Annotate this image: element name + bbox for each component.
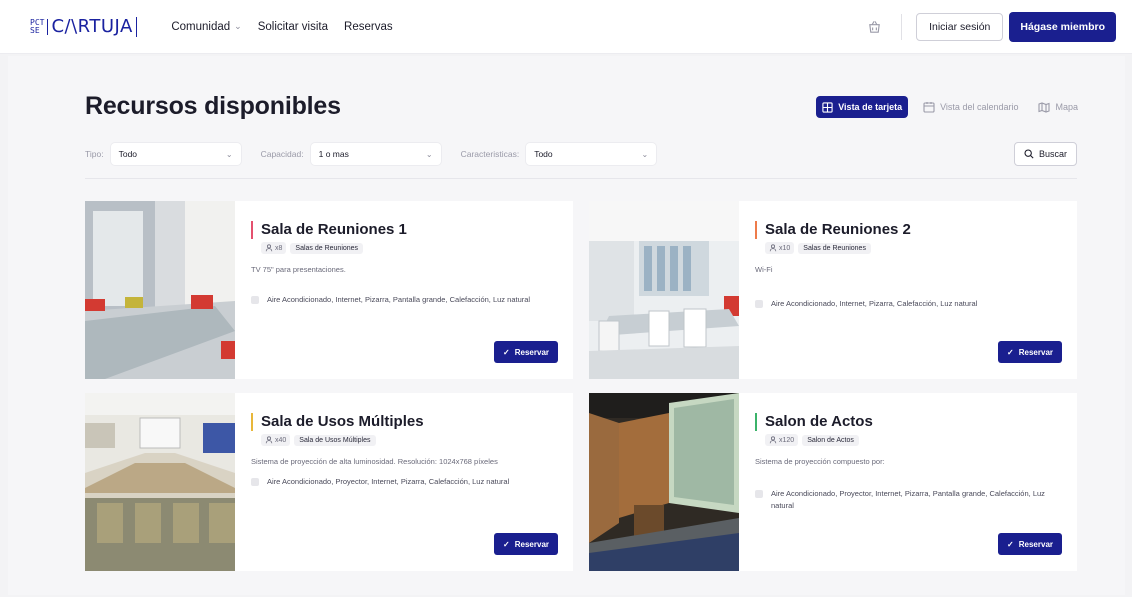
capacity-select[interactable]: 1 o mas ⌄ — [310, 143, 441, 165]
search-button[interactable]: Buscar — [1013, 142, 1077, 166]
filter-capacity-label: Capacidad: — [260, 149, 304, 159]
chevron-down-icon: ⌄ — [641, 149, 649, 159]
capacity-badge: x8 — [261, 242, 287, 254]
shopping-basket-icon[interactable] — [859, 12, 889, 42]
view-calendar-button[interactable]: Vista del calendario — [918, 96, 1023, 118]
reserve-button[interactable]: ✓ Reservar — [998, 341, 1062, 363]
features-icon — [251, 478, 259, 486]
resource-card-salon-actos: Salon de Actos x120 Salon de Actos Siste… — [589, 393, 1077, 571]
person-icon — [265, 436, 273, 444]
nav-item-reservas[interactable]: Reservas — [344, 21, 393, 33]
room-photo — [589, 201, 739, 379]
reserve-button[interactable]: ✓ Reservar — [494, 533, 558, 555]
view-switcher: Vista de tarjeta Vista del calendario Ma… — [816, 96, 1083, 118]
card-features: Aire Acondicionado, Internet, Pizarra, C… — [755, 298, 1062, 310]
header-actions: Iniciar sesión Hágase miembro — [859, 11, 1116, 42]
chevron-down-icon: ⌄ — [234, 21, 242, 31]
calendar-icon — [923, 102, 935, 113]
card-features: Aire Acondicionado, Proyector, Internet,… — [251, 476, 558, 488]
card-title[interactable]: Sala de Reuniones 1 — [251, 221, 558, 239]
card-title[interactable]: Sala de Usos Múltiples — [251, 413, 558, 431]
main-nav: Comunidad ⌄ Solicitar visita Reservas — [171, 21, 392, 33]
card-grid-icon — [822, 101, 833, 113]
person-icon — [769, 244, 777, 252]
search-icon — [1024, 149, 1034, 159]
login-button[interactable]: Iniciar sesión — [916, 12, 1004, 41]
card-meta: x40 Sala de Usos Múltiples — [261, 434, 558, 446]
room-photo — [589, 393, 739, 571]
features-icon — [755, 490, 763, 498]
view-map-button[interactable]: Mapa — [1033, 96, 1083, 118]
reserve-button[interactable]: ✓ Reservar — [494, 341, 558, 363]
room-photo — [85, 393, 235, 571]
card-title[interactable]: Sala de Reuniones 2 — [755, 221, 1062, 239]
filter-bar: Tipo: Todo ⌄ Capacidad: 1 o mas ⌄ Caract… — [85, 141, 1077, 167]
check-icon: ✓ — [1007, 347, 1014, 357]
person-icon — [769, 436, 777, 444]
card-body: Salon de Actos x120 Salon de Actos Siste… — [739, 393, 1077, 571]
nav-item-comunidad[interactable]: Comunidad ⌄ — [171, 21, 241, 33]
page-title: Recursos disponibles — [85, 92, 341, 120]
person-icon — [265, 244, 273, 252]
card-meta: x8 Salas de Reuniones — [261, 242, 558, 254]
type-select[interactable]: Todo ⌄ — [110, 143, 241, 165]
nav-item-solicitar-visita[interactable]: Solicitar visita — [258, 21, 328, 33]
capacity-badge: x10 — [765, 242, 795, 254]
logo-text: C/\RTUJA — [51, 16, 133, 37]
capacity-badge: x40 — [261, 434, 291, 446]
join-button[interactable]: Hágase miembro — [1009, 11, 1116, 42]
category-badge: Salas de Reuniones — [798, 242, 871, 254]
check-icon: ✓ — [503, 347, 510, 357]
capacity-badge: x120 — [765, 434, 799, 446]
filter-type-label: Tipo: — [85, 149, 104, 159]
resource-card-sala-usos-multiples: Sala de Usos Múltiples x40 Sala de Usos … — [85, 393, 573, 571]
view-card-button[interactable]: Vista de tarjeta — [816, 96, 909, 118]
filter-features-label: Caracteristicas: — [460, 149, 520, 159]
reserve-button[interactable]: ✓ Reservar — [998, 533, 1062, 555]
resource-card-sala-reuniones-2: Sala de Reuniones 2 x10 Salas de Reunion… — [589, 201, 1077, 379]
chevron-down-icon: ⌄ — [425, 149, 433, 159]
chevron-down-icon: ⌄ — [225, 149, 233, 159]
filter-divider — [85, 178, 1077, 179]
card-description: Sistema de proyección de alta luminosida… — [251, 457, 498, 466]
features-icon — [251, 296, 259, 304]
card-description: Wi-Fi — [755, 265, 773, 274]
header-separator — [901, 13, 903, 40]
card-features: Aire Acondicionado, Internet, Pizarra, P… — [251, 294, 558, 306]
card-title[interactable]: Salon de Actos — [755, 413, 1062, 431]
check-icon: ✓ — [1007, 539, 1014, 549]
card-description: TV 75" para presentaciones. — [251, 265, 346, 274]
category-badge: Salas de Reuniones — [290, 242, 364, 254]
card-meta: x10 Salas de Reuniones — [765, 242, 1062, 254]
card-description: Sistema de proyección compuesto por: — [755, 457, 885, 466]
card-meta: x120 Salon de Actos — [765, 434, 1062, 446]
check-icon: ✓ — [503, 539, 510, 549]
resources-panel: Recursos disponibles Vista de tarjeta Vi… — [8, 56, 1125, 595]
category-badge: Sala de Usos Múltiples — [294, 434, 376, 446]
features-select[interactable]: Todo ⌄ — [526, 143, 657, 165]
top-navigation-bar: PCT SE C/\RTUJA Comunidad ⌄ Solicitar vi… — [0, 0, 1132, 54]
category-badge: Salon de Actos — [802, 434, 859, 446]
features-icon — [755, 300, 763, 308]
resource-card-sala-reuniones-1: Sala de Reuniones 1 x8 Salas de Reunione… — [85, 201, 573, 379]
room-photo — [85, 201, 235, 379]
logo-divider — [135, 16, 138, 37]
logo-mark: PCT SE — [30, 18, 49, 35]
site-logo[interactable]: PCT SE C/\RTUJA — [30, 12, 138, 42]
card-body: Sala de Reuniones 1 x8 Salas de Reunione… — [235, 201, 573, 379]
card-features: Aire Acondicionado, Proyector, Internet,… — [755, 488, 1062, 512]
card-body: Sala de Usos Múltiples x40 Sala de Usos … — [235, 393, 573, 571]
card-body: Sala de Reuniones 2 x10 Salas de Reunion… — [739, 201, 1077, 379]
map-icon — [1038, 102, 1051, 113]
